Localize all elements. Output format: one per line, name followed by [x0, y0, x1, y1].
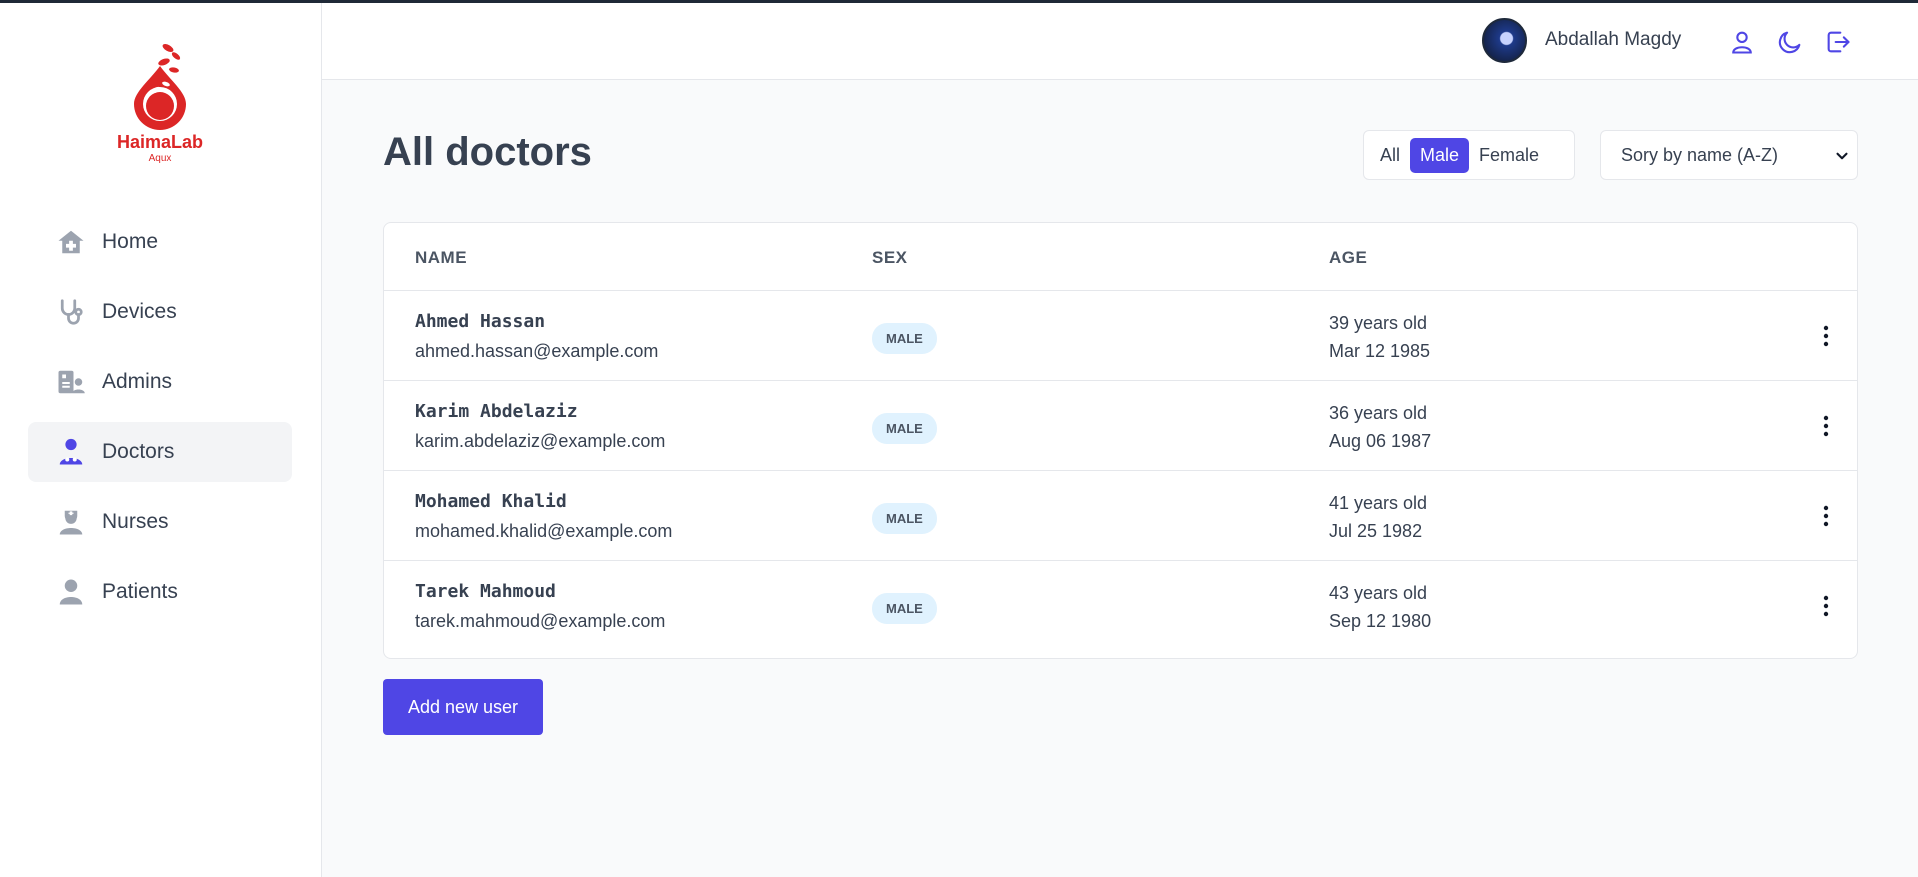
window-top-border — [0, 0, 1918, 3]
filter-male-button[interactable]: Male — [1410, 137, 1470, 173]
doctor-age: 43 years old — [1329, 583, 1428, 603]
table-header: NAME SEX AGE — [384, 223, 1857, 291]
sort-select[interactable]: Sory by name (A-Z) — [1600, 130, 1858, 180]
table-row: Mohamed Khalid mohamed.khalid@example.co… — [384, 471, 1857, 561]
sex-badge: MALE — [872, 323, 937, 354]
sidebar-item-nurses[interactable]: Nurses — [28, 492, 292, 552]
filter-female-button[interactable]: Female — [1469, 138, 1549, 173]
sidebar-item-label: Devices — [102, 300, 177, 323]
doctor-age: 39 years old — [1329, 313, 1428, 333]
stethoscope-icon — [56, 297, 86, 327]
profile-icon[interactable] — [1728, 28, 1756, 56]
nurse-icon — [56, 507, 86, 537]
more-options-icon[interactable] — [1811, 411, 1841, 441]
doctor-name: Tarek Mahmoud — [415, 581, 556, 602]
top-header: Abdallah Magdy — [322, 3, 1918, 80]
doctor-email: mohamed.khalid@example.com — [415, 521, 673, 541]
sidebar-item-doctors[interactable]: Doctors — [28, 422, 292, 482]
more-options-icon[interactable] — [1811, 321, 1841, 351]
sidebar-item-devices[interactable]: Devices — [28, 282, 292, 342]
page-title: All doctors — [383, 130, 592, 174]
haimalab-logo[interactable]: HaimaLab Aqux — [110, 40, 210, 170]
doctor-birthdate: Sep 12 1980 — [1329, 611, 1432, 631]
sidebar-item-label: Patients — [102, 580, 178, 603]
table-row: Karim Abdelaziz karim.abdelaziz@example.… — [384, 381, 1857, 471]
table-row: Tarek Mahmoud tarek.mahmoud@example.com … — [384, 561, 1857, 651]
sidebar: HaimaLab Aqux Home Devices Admins Doctor… — [0, 0, 322, 877]
column-header-name: NAME — [415, 248, 468, 267]
doctor-email: karim.abdelaziz@example.com — [415, 431, 666, 451]
username: Abdallah Magdy — [1545, 29, 1682, 50]
sidebar-nav: Home Devices Admins Doctors Nurses Patie… — [28, 212, 292, 632]
doctor-birthdate: Mar 12 1985 — [1329, 341, 1431, 361]
sidebar-item-admins[interactable]: Admins — [28, 352, 292, 412]
sidebar-item-label: Admins — [102, 370, 173, 393]
column-header-sex: SEX — [872, 248, 908, 267]
logout-icon[interactable] — [1824, 28, 1852, 56]
column-header-age: AGE — [1329, 248, 1368, 267]
doctors-table: NAME SEX AGE Ahmed Hassan ahmed.hassan@e… — [383, 222, 1858, 659]
sidebar-item-patients[interactable]: Patients — [28, 562, 292, 622]
brand-name: HaimaLab — [116, 132, 204, 152]
doctor-icon — [56, 437, 86, 467]
sort-selected-value: Sory by name (A-Z) — [1621, 144, 1779, 165]
doctor-email: ahmed.hassan@example.com — [415, 341, 659, 361]
doctor-birthdate: Aug 06 1987 — [1329, 431, 1432, 451]
sidebar-item-label: Doctors — [102, 440, 175, 463]
moon-icon[interactable] — [1776, 28, 1804, 56]
home-icon — [56, 227, 86, 257]
doctor-name: Ahmed Hassan — [415, 311, 546, 332]
sex-badge: MALE — [872, 413, 937, 444]
sidebar-item-home[interactable]: Home — [28, 212, 292, 272]
doctor-name: Karim Abdelaziz — [415, 401, 578, 422]
avatar[interactable] — [1482, 18, 1527, 63]
doctor-age: 36 years old — [1329, 403, 1428, 423]
add-new-user-button[interactable]: Add new user — [383, 679, 543, 735]
blood-drop-logo-icon — [134, 44, 186, 130]
sidebar-item-label: Home — [102, 230, 159, 253]
more-options-icon[interactable] — [1811, 501, 1841, 531]
chevron-down-icon — [1833, 147, 1851, 170]
table-row: Ahmed Hassan ahmed.hassan@example.com MA… — [384, 291, 1857, 381]
doctor-email: tarek.mahmoud@example.com — [415, 611, 666, 631]
filter-all-button[interactable]: All — [1370, 138, 1410, 173]
id-card-icon — [56, 367, 86, 397]
sex-filter: All Male Female — [1363, 130, 1575, 180]
doctor-age: 41 years old — [1329, 493, 1428, 513]
more-options-icon[interactable] — [1811, 591, 1841, 621]
doctor-birthdate: Jul 25 1982 — [1329, 521, 1423, 541]
brand-subtitle: Aqux — [148, 153, 172, 164]
sidebar-item-label: Nurses — [102, 510, 169, 533]
user-icon — [56, 577, 86, 607]
sex-badge: MALE — [872, 503, 937, 534]
doctor-name: Mohamed Khalid — [415, 491, 567, 512]
sex-badge: MALE — [872, 593, 937, 624]
